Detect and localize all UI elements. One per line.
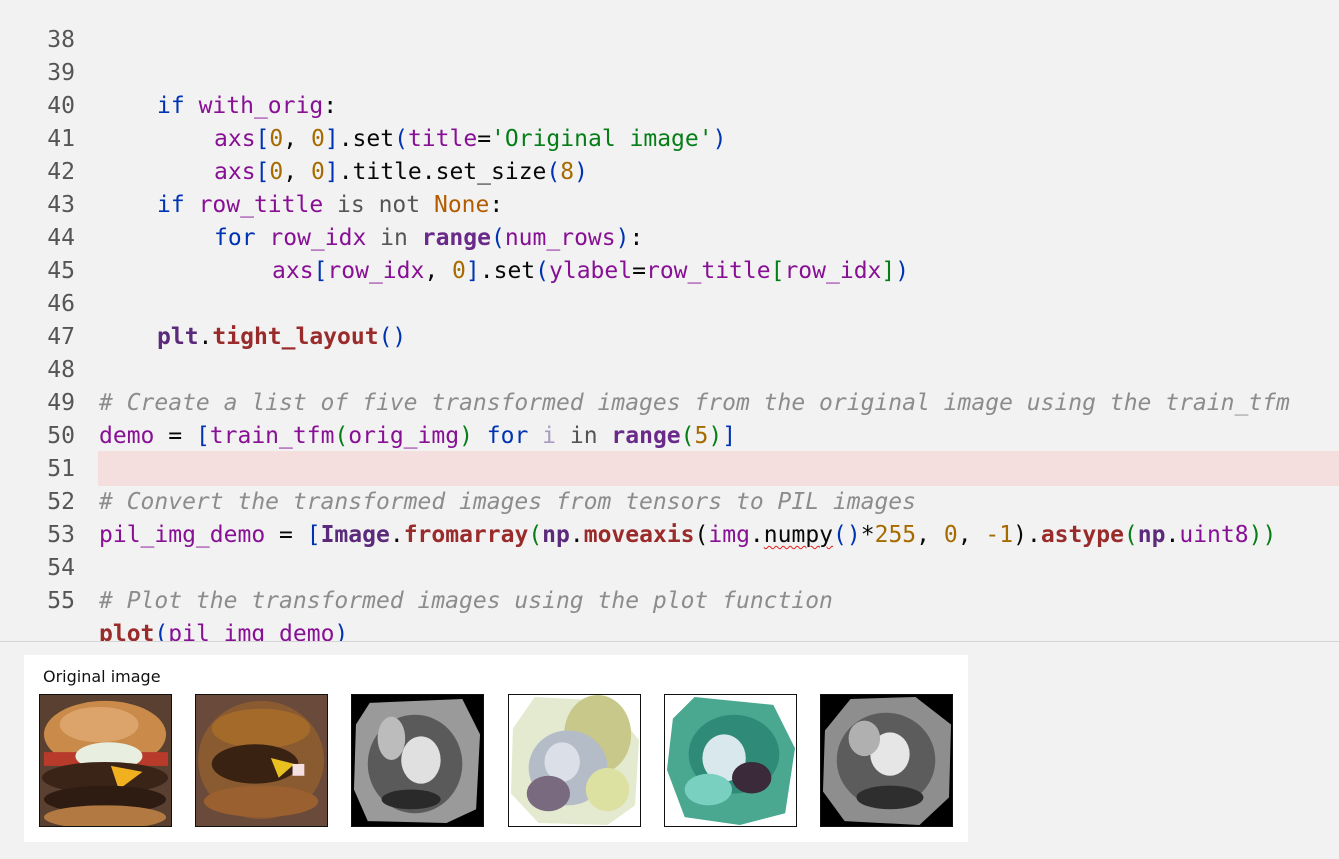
code-line-49[interactable]: 49 demo = [train_tfm(orig_img) for i in …: [0, 354, 1339, 449]
code-line-54[interactable]: 54 # Plot the transformed images using t…: [0, 519, 1339, 614]
thumbnail-transformed-4: [664, 694, 797, 827]
burger-image: [665, 695, 796, 826]
code-line-42[interactable]: 42 if row_title is not None:: [0, 123, 1339, 218]
code-line-38[interactable]: 38: [0, 0, 1339, 53]
thumbnail-original: [39, 694, 172, 827]
code-line-44[interactable]: 44 axs[row_idx, 0].set(ylabel=row_title[…: [0, 189, 1339, 284]
code-line-55[interactable]: 55 plot(pil_img_demo): [0, 552, 1339, 641]
code-line-51[interactable]: 51 # Convert the transformed images from…: [0, 420, 1339, 515]
thumbnail-transformed-3: [508, 694, 641, 827]
code-line-46[interactable]: 46 plt.tight_layout(): [0, 255, 1339, 350]
burger-image: [352, 695, 483, 826]
code-line-47[interactable]: 47: [0, 288, 1339, 350]
code-line-48[interactable]: 48 # Create a list of five transformed i…: [0, 321, 1339, 416]
code-line-43[interactable]: 43 for row_idx in range(num_rows):: [0, 156, 1339, 251]
code-line-39[interactable]: 39 if with_orig:: [0, 24, 1339, 119]
figure-title: Original image: [43, 667, 161, 686]
code-line-50[interactable]: 50: [0, 387, 1339, 449]
code-line-40[interactable]: 40 axs[0, 0].set(title='Original image'): [0, 57, 1339, 152]
code-line-52[interactable]: 52 pil_img_demo = [Image.fromarray(np.mo…: [0, 453, 1339, 548]
burger-image: [821, 695, 952, 826]
thumbnail-transformed-2: [351, 694, 484, 827]
burger-image: [40, 695, 171, 826]
code-line-45[interactable]: 45: [0, 222, 1339, 284]
cell-output: Original image: [0, 642, 1339, 859]
line-number: 55: [47, 588, 75, 614]
thumbnail-transformed-5: [820, 694, 953, 827]
code-line-41[interactable]: 41 axs[0, 0].title.set_size(8): [0, 90, 1339, 185]
burger-image: [196, 695, 327, 826]
burger-image: [509, 695, 640, 826]
code-line-53[interactable]: 53: [0, 486, 1339, 548]
code-editor[interactable]: 38 39 if with_orig: 40 axs[0, 0].set(tit…: [0, 0, 1339, 641]
plot-figure: Original image: [24, 655, 968, 842]
thumbnail-transformed-1: [195, 694, 328, 827]
